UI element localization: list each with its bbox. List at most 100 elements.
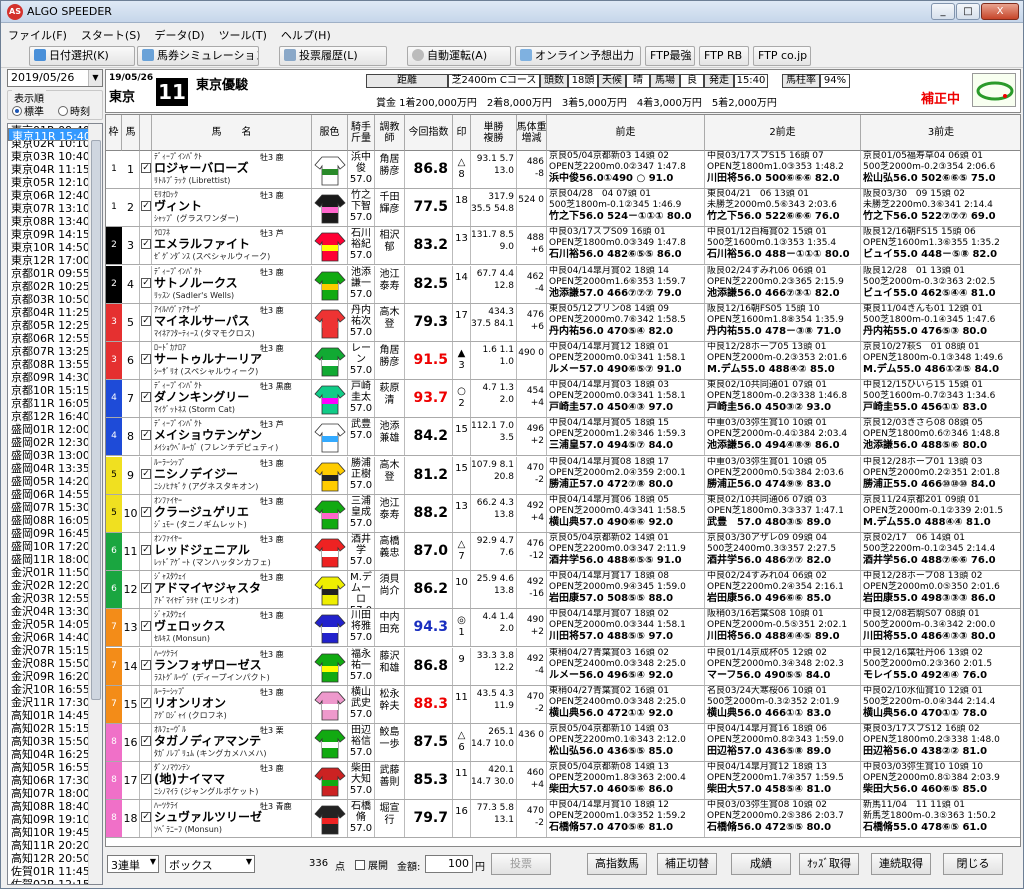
prediction-mark[interactable]: △ 7	[453, 533, 471, 570]
sort-time-radio[interactable]: 時刻	[58, 103, 90, 118]
toggle-correction-button[interactable]: 補正切替	[657, 853, 717, 875]
horse-checkbox[interactable]: ✓	[140, 227, 152, 265]
prev-race-3[interactable]: 京良11/24京都201 09頭 01 OPEN芝2000m-0.1②339 2:…	[861, 495, 1020, 532]
prev-race-3[interactable]: 京良10/27萩S 01 08頭 01 OPEN芝1800m-0.1③348 1:…	[861, 342, 1020, 379]
race-list-item[interactable]: 東京11R 15:40	[8, 128, 95, 143]
prev-race-3[interactable]: 京良12/03きさら08 08頭 05 OPEN芝1800m0.6⑦346 1:4…	[861, 418, 1020, 455]
horse-checkbox[interactable]: ✓	[140, 265, 152, 303]
menu-tools[interactable]: ツール(T)	[212, 24, 274, 46]
table-row[interactable]: 8 18 ✓ ﾊｰﾂｸﾗｲ 牡3 青鹿 シュヴァルツリーゼ ｿﾍﾞﾗﾆｰﾌ (Monsun)…	[106, 800, 1020, 839]
table-row[interactable]: 6 11 ✓ ｵﾝﾌｧｲﾔｰ 牡3 鹿レッドジェニアル ﾚｯﾄﾞｱｹﾞｰﾄ (マンハッタン…	[106, 533, 1020, 571]
ftp-rb-button[interactable]: FTP RB	[699, 46, 749, 66]
prev-race-3[interactable]: 阪良12/28 01 13頭 01 500芝2000m-0.3②363 2:02.…	[861, 266, 1020, 303]
sort-standard-radio[interactable]: 標準	[12, 103, 44, 118]
vote-button[interactable]: 投票	[491, 853, 551, 875]
amount-input[interactable]: 100	[425, 855, 473, 873]
prev-race-3[interactable]: 東良03/17スプS12 16頭 02 OPEN芝1800m0.2③338 1:4…	[861, 724, 1020, 761]
horse-checkbox[interactable]: ✓	[140, 800, 152, 838]
table-row[interactable]: 3 5 ✓ ｱｲﾙﾊｳﾞｧｱｻｰｸﾞ 牡3 鹿マイネルサーパス ﾏｲﾈｱﾌﾀｰﾃｨｰｽ (…	[106, 303, 1020, 342]
results-button[interactable]: 成績	[731, 853, 791, 875]
prev-race-3[interactable]: 中良12/08若駒S07 08頭 01 500芝2000m-0.3④342 2:0…	[861, 609, 1020, 646]
horse-checkbox[interactable]: ✓	[140, 494, 152, 532]
prev-race-1[interactable]: 中良04/14皐月賞05 18頭 15 OPEN芝2000m1.2⑥346 1:5…	[547, 418, 705, 456]
table-row[interactable]: 4 8 ✓ ﾃﾞｨｰﾌﾟｲﾝﾊﾟｸﾄ 牡3 芦メイショウテンゲン ﾒｲｼｮｳﾍﾞﾙｰｶﾞ …	[106, 418, 1020, 457]
prev-race-2[interactable]: 東良02/10共同通06 07頭 03 OPEN芝1800m0.3③337 1:4…	[705, 494, 861, 532]
close-button[interactable]: X	[981, 3, 1019, 20]
prev-race-2[interactable]: 阪良12/16朝FS05 15頭 10 OPEN芝1600m1.8⑧354 1:3…	[705, 303, 861, 341]
continuous-get-button[interactable]: 連続取得	[871, 853, 931, 875]
bet-simulation-button[interactable]: 馬券シミュレーション(B)	[137, 46, 259, 66]
menu-file[interactable]: ファイル(F)	[1, 24, 74, 46]
prev-race-2[interactable]: 中良04/14皐月賞16 18頭 06 OPEN芝2000m0.8②343 1:5…	[705, 724, 861, 761]
prev-race-3[interactable]: 新馬11/04 11 11頭 01 新馬芝1800m-0.3⑤363 1:50.2…	[861, 800, 1020, 837]
horse-name-cell[interactable]: ﾃﾞｨｰﾌﾟｲﾝﾊﾟｸﾄ 牡3 鹿サトノルークス ﾘｯｽﾝ (Sadler's We…	[152, 265, 312, 303]
prev-race-1[interactable]: 中良04/14皐月賞07 18頭 02 OPEN芝2000m0.0③344 1:5…	[547, 609, 705, 647]
prediction-mark[interactable]: 11	[453, 685, 471, 723]
prev-race-2[interactable]: 中良12/28ホープ05 13頭 01 OPEN芝2000m-0.2③353 2:…	[705, 342, 861, 379]
horse-checkbox[interactable]: ✓	[140, 303, 152, 341]
ftp-saikyo-button[interactable]: FTP最強	[645, 46, 695, 66]
prev-race-1[interactable]: 中良04/14皐月賞08 18頭 17 OPEN芝2000m2.0④359 2:0…	[547, 456, 705, 494]
date-select-button[interactable]: 日付選択(K)	[29, 46, 135, 66]
horse-checkbox[interactable]: ✓	[140, 418, 152, 456]
horse-name-cell[interactable]: ｸﾛﾌﾈ 牡3 芦エメラルファイト ｾﾞｸﾞﾝﾀﾞﾝｽ (スペシャルウィーク)	[152, 227, 312, 265]
table-row[interactable]: 1 2 ✓ ﾓﾘｵﾛｯｸ 牡3 鹿ヴィント ｼｬｯﾌﾟ (グラスワンダー) 竹之下智57.0…	[106, 189, 1020, 228]
prev-race-1[interactable]: 中良04/14皐月賞17 18頭 08 OPEN芝2000m0.9④345 1:5…	[547, 571, 705, 609]
race-list-scrollbar[interactable]	[88, 124, 102, 884]
table-row[interactable]: 5 9 ✓ ﾙｰﾗｰｼｯﾌﾟ 牡3 鹿ニシノデイジー ﾆｼﾉﾋﾅｷﾞｸ (アグネスタキオン…	[106, 456, 1020, 495]
race-list[interactable]: 東京01R 09:40東京02R 10:10東京03R 10:40東京04R 1…	[7, 123, 103, 885]
prediction-mark[interactable]: 10	[453, 571, 471, 609]
prev-race-2[interactable]: 阪稍03/16若葉S08 10頭 01 OPEN芝2000m-0.5⑤351 2:…	[705, 609, 861, 647]
horse-name-cell[interactable]: ﾙｰﾗｰｼｯﾌﾟ 牡3 鹿リオンリオン ｱｸﾞﾛｼﾞｬｲ (クロフネ)	[152, 685, 312, 723]
prev-race-2[interactable]: 中重03/03弥生賞01 10頭 05 OPEN芝2000m0.5①384 2:0…	[705, 456, 861, 494]
prev-race-1[interactable]: 東良05/12プリン08 14頭 09 OPEN芝2000m0.7⑥342 1:5…	[547, 303, 705, 341]
table-row[interactable]: 3 6 ✓ ﾛｰﾄﾞｶﾅﾛｱ 牡3 鹿サートゥルナーリア ｼｰｻﾞﾘｵ (スペシャルウィー…	[106, 342, 1020, 380]
prev-race-1[interactable]: 京良05/04京都新03 14頭 02 OPEN芝2200m0.0②347 1:4…	[547, 151, 705, 188]
prev-race-1[interactable]: 中良04/14皐月賞06 18頭 05 OPEN芝2000m0.4③341 1:5…	[547, 494, 705, 532]
prediction-mark[interactable]: 13	[453, 227, 471, 265]
close-window-button[interactable]: 閉じる	[943, 853, 1003, 875]
prev-race-1[interactable]: 東稍04/27青葉賞02 16頭 01 OPEN芝2400m0.0③348 2:2…	[547, 685, 705, 723]
horse-checkbox[interactable]: ✓	[140, 762, 152, 800]
horse-name-cell[interactable]: ｼﾞｬｽﾀｳｪｲ 牡3 鹿ヴェロックス ｾﾙｷｽ (Monsun)	[152, 609, 312, 647]
horse-name-cell[interactable]: ｱｲﾙﾊｳﾞｧｱｻｰｸﾞ 牡3 鹿マイネルサーパス ﾏｲﾈｱﾌﾀｰﾃｨｰｽ (タマモ…	[152, 303, 312, 341]
prediction-mark[interactable]: 18	[453, 189, 471, 227]
prev-race-2[interactable]: 中良04/14皐月賞12 18頭 13 OPEN芝2000m1.7④357 1:5…	[705, 762, 861, 800]
table-row[interactable]: 1 1 ✓ ﾃﾞｨｰﾌﾟｲﾝﾊﾟｸﾄ 牡3 鹿ロジャーバローズ ﾘﾄﾙﾌﾞﾗｯｸ (Lib…	[106, 151, 1020, 189]
prev-race-3[interactable]: 中良03/03弥生賞10 10頭 10 OPEN芝2000m0.8①384 2:0…	[861, 762, 1020, 799]
horse-checkbox[interactable]: ✓	[140, 571, 152, 609]
prev-race-1[interactable]: 京良05/04京都新08 14頭 13 OPEN芝2000m1.8③363 2:0…	[547, 762, 705, 800]
prediction-mark[interactable]: ○ 2	[453, 380, 471, 418]
prev-race-2[interactable]: 中重03/03弥生賞10 10頭 01 OPEN芝2000m-0.4①384 2:…	[705, 418, 861, 456]
prev-race-2[interactable]: 中良02/24すみれ04 06頭 02 OPEN芝2200m0.2④354 2:1…	[705, 571, 861, 609]
prev-race-3[interactable]: 中良12/28ホープ08 13頭 02 OPEN芝2000m0.0⑤350 2:0…	[861, 571, 1020, 608]
maximize-button[interactable]: □	[956, 3, 980, 20]
horse-checkbox[interactable]: ✓	[140, 456, 152, 494]
table-row[interactable]: 2 3 ✓ ｸﾛﾌﾈ 牡3 芦エメラルファイト ｾﾞｸﾞﾝﾀﾞﾝｽ (スペシャルウィーク)…	[106, 227, 1020, 266]
table-row[interactable]: 7 13 ✓ ｼﾞｬｽﾀｳｪｲ 牡3 鹿ヴェロックス ｾﾙｷｽ (Monsun) 川田将雅5…	[106, 609, 1020, 648]
prev-race-1[interactable]: 京良05/04京都新10 14頭 03 OPEN芝2200m0.1⑥343 2:1…	[547, 724, 705, 761]
vote-history-button[interactable]: 投票履歴(L)	[279, 46, 387, 66]
horse-name-cell[interactable]: ﾊｰﾂｸﾗｲ 牡3 青鹿 シュヴァルツリーゼ ｿﾍﾞﾗﾆｰﾌ (Monsun)	[152, 800, 312, 838]
prev-race-1[interactable]: 中良04/14皐月賞02 18頭 14 OPEN芝2000m1.6⑥353 1:5…	[547, 265, 705, 303]
horse-name-cell[interactable]: ｵﾝﾌｧｲﾔｰ 牡3 鹿レッドジェニアル ﾚｯﾄﾞｱｹﾞｰﾄ (マンハッタンカフェ)	[152, 533, 312, 570]
prev-race-2[interactable]: 東良02/10共同通01 07頭 01 OPEN芝1800m-0.2③338 1:…	[705, 380, 861, 418]
prev-race-2[interactable]: 中良03/17スプS15 16頭 07 OPEN芝1800m1.0③353 1:4…	[705, 151, 861, 188]
prev-race-3[interactable]: 京良01/05福寿草04 06頭 01 500芝2000m-0.2③354 2:0…	[861, 151, 1020, 188]
table-row[interactable]: 4 7 ✓ ﾃﾞｨｰﾌﾟｲﾝﾊﾟｸﾄ 牡3 黒鹿 ダノンキングリー ﾏｲｸﾞｯﾄﾈｽ (St…	[106, 380, 1020, 419]
table-row[interactable]: 6 12 ✓ ｼﾞｬｽﾀｳｪｲ 牡3 鹿アドマイヤジャスタ ｱﾄﾞﾏｲﾔﾃﾞﾗﾘﾔ (エリ…	[106, 571, 1020, 610]
horse-name-cell[interactable]: ﾊｰﾂｸﾗｲ 牡3 鹿ランフォザローゼス ﾗｽﾄｸﾞﾙｰｳﾞ (ディープインパクト)	[152, 647, 312, 685]
horse-name-cell[interactable]: ﾃﾞｨｰﾌﾟｲﾝﾊﾟｸﾄ 牡3 黒鹿 ダノンキングリー ﾏｲｸﾞｯﾄﾈｽ (Storm…	[152, 380, 312, 418]
prev-race-3[interactable]: 中良12/28ホープ01 13頭 03 OPEN芝2000m0.2②351 2:0…	[861, 457, 1020, 494]
prev-race-3[interactable]: 阪良03/30 09 15頭 02 未勝芝2200m0.3⑥341 2:14.4 竹…	[861, 189, 1020, 226]
menu-help[interactable]: ヘルプ(H)	[274, 24, 338, 46]
horse-checkbox[interactable]: ✓	[140, 724, 152, 761]
horse-name-cell[interactable]: ﾃﾞｨｰﾌﾟｲﾝﾊﾟｸﾄ 牡3 芦メイショウテンゲン ﾒｲｼｮｳﾍﾞﾙｰｶﾞ (フレ…	[152, 418, 312, 456]
horse-name-cell[interactable]: ｵﾙﾌｪｰｳﾞﾙ 牡3 栗タガノディアマンテ ﾀｶﾞﾉﾚﾌﾟﾘｭﾑ (キングカメハメ…	[152, 724, 312, 761]
prev-race-3[interactable]: 中良12/16葉牡丹06 13頭 02 500芝2000m0.2③360 2:01…	[861, 648, 1020, 685]
prev-race-2[interactable]: 中良01/14京成杯05 12頭 02 OPEN芝2000m0.3④348 2:0…	[705, 647, 861, 685]
menu-data[interactable]: データ(D)	[148, 24, 212, 46]
prev-race-3[interactable]: 東良11/04きんも01 12頭 01 500芝1800m-0.1④345 1:4…	[861, 304, 1020, 341]
prev-race-1[interactable]: 京良04/28 04 07頭 01 500芝1800m-0.1②345 1:46.…	[547, 189, 705, 227]
prev-race-2[interactable]: 名良03/24大寒桜06 10頭 01 500芝2000m-0.3②352 2:0…	[705, 685, 861, 723]
